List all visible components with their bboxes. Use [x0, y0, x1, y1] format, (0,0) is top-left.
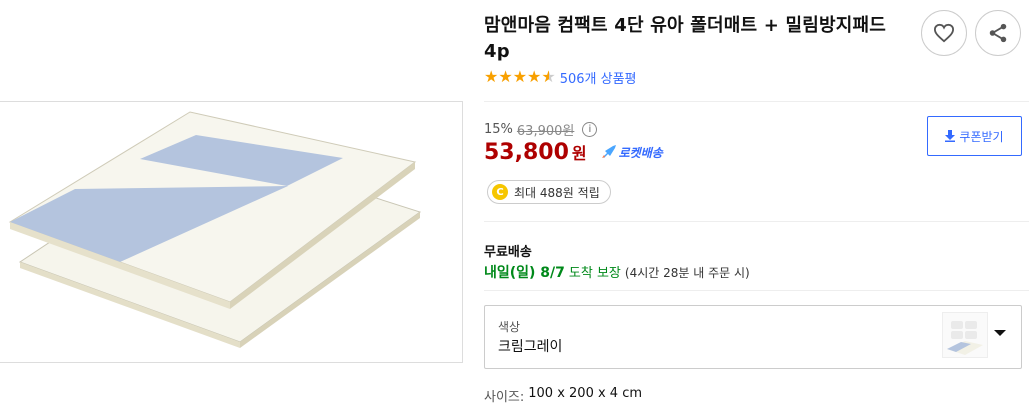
- discount-rate: 15%: [484, 122, 513, 137]
- star-rating: ★ ★ ★ ★ ★: [484, 69, 556, 85]
- wishlist-button[interactable]: [921, 10, 967, 56]
- option-value: 크림그레이: [498, 339, 563, 355]
- color-option-select[interactable]: 색상 크림그레이: [484, 305, 1022, 369]
- arrival-info: 내일(일) 8/7 도착 보장 (4시간 28분 내 주문 시): [484, 262, 750, 282]
- cash-reward-badge: C 최대 488원 적립: [487, 180, 611, 204]
- rocket-delivery-label: 로켓배송: [618, 145, 663, 160]
- divider: [484, 221, 1029, 222]
- size-value: 100 x 200 x 4 cm: [528, 386, 643, 401]
- rating-row[interactable]: ★ ★ ★ ★ ★ 506개 상품평: [484, 68, 637, 87]
- product-image[interactable]: [0, 101, 463, 363]
- share-button[interactable]: [975, 10, 1021, 56]
- chevron-down-icon[interactable]: [994, 330, 1006, 336]
- star-icon: ★: [498, 67, 513, 86]
- sale-price: 53,800: [484, 140, 569, 165]
- free-shipping-label: 무료배송: [484, 245, 532, 260]
- rocket-delivery-badge: 로켓배송: [601, 144, 663, 161]
- arrival-guarantee: 도착 보장: [568, 266, 621, 281]
- review-count-link[interactable]: 506개 상품평: [560, 68, 637, 87]
- arrival-date: 내일(일) 8/7: [484, 265, 565, 281]
- size-label: 사이즈:: [484, 390, 525, 405]
- mat-thumbnail-image: [947, 321, 983, 355]
- divider: [484, 101, 1029, 102]
- original-price: 63,900원: [516, 124, 575, 139]
- size-info: 사이즈: 100 x 200 x 4 cm: [484, 386, 642, 405]
- half-star-icon: ★: [541, 67, 556, 86]
- product-title: 맘앤마음 컴팩트 4단 유아 폴더매트 + 밀림방지패드 4p: [484, 15, 887, 62]
- price-row: 53,800 원 로켓배송: [484, 140, 663, 165]
- share-icon: [989, 23, 1007, 43]
- discount-row: 15% 63,900원 i: [484, 120, 598, 139]
- divider: [484, 290, 1029, 291]
- folder-mat-illustration: [8, 111, 422, 348]
- order-deadline: (4시간 28분 내 주문 시): [624, 266, 750, 280]
- star-icon: ★: [527, 67, 542, 86]
- star-icon: ★: [512, 67, 528, 86]
- option-thumbnail: [942, 312, 988, 358]
- heart-icon: [933, 23, 955, 43]
- star-icon: ★: [484, 67, 499, 86]
- cash-reward-label: 최대 488원 적립: [514, 185, 600, 200]
- coupon-label: 쿠폰받기: [959, 129, 1004, 144]
- option-label: 색상: [498, 320, 521, 334]
- currency-unit: 원: [571, 144, 587, 163]
- download-icon: [945, 130, 956, 142]
- rocket-icon: [601, 145, 616, 158]
- coupang-cash-icon: C: [492, 184, 508, 200]
- coupon-download-button[interactable]: 쿠폰받기: [927, 116, 1022, 156]
- info-icon[interactable]: i: [582, 122, 598, 137]
